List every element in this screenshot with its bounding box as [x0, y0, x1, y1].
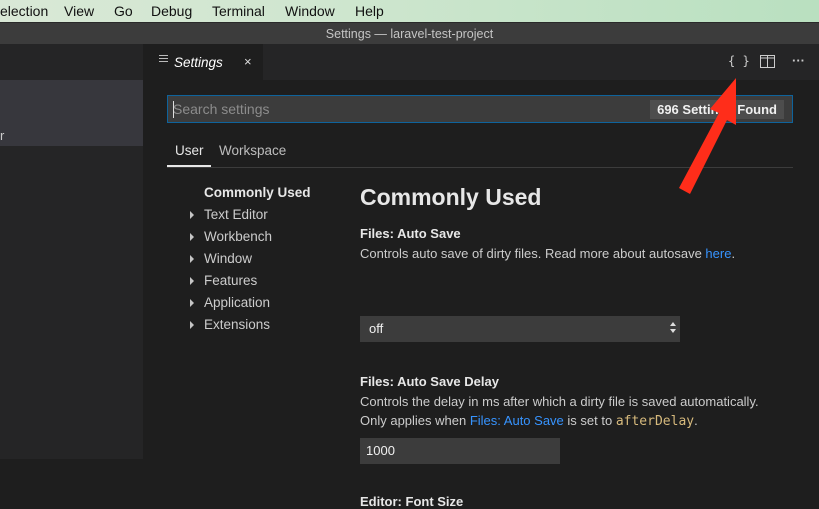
- description-text: is set to: [563, 413, 616, 428]
- toc-item-label: Window: [204, 251, 253, 266]
- menu-debug[interactable]: Debug: [151, 3, 192, 19]
- menu-go[interactable]: Go: [114, 3, 133, 19]
- description-text: Controls the delay in ms after which a d…: [360, 394, 759, 409]
- settings-file-icon: [159, 55, 168, 65]
- toc-item-label: Extensions: [204, 317, 271, 332]
- input-value: 1000: [366, 443, 395, 458]
- menu-view[interactable]: View: [64, 3, 94, 19]
- split-editor-icon[interactable]: [760, 55, 775, 71]
- menu-window[interactable]: Window: [285, 3, 335, 19]
- setting-name: Auto Save Delay: [397, 374, 499, 389]
- text-caret: [173, 101, 174, 118]
- side-bar-item-fragment[interactable]: r: [0, 128, 4, 143]
- chevron-right-icon: [190, 321, 194, 329]
- side-bar-selected-item[interactable]: [0, 80, 143, 146]
- autosave-docs-link[interactable]: here: [705, 246, 731, 261]
- toc-item-label: Features: [204, 273, 258, 288]
- chevron-right-icon: [190, 277, 194, 285]
- description-text: .: [694, 413, 698, 428]
- chevron-right-icon: [190, 255, 194, 263]
- section-title: Commonly Used: [360, 184, 542, 210]
- tab-user[interactable]: User: [175, 143, 204, 158]
- menu-selection[interactable]: election: [0, 3, 48, 19]
- setting-category: Files:: [360, 226, 398, 241]
- settings-search-input[interactable]: [173, 99, 633, 119]
- setting-title-auto-save: Files: Auto Save: [360, 226, 461, 241]
- side-bar: r: [0, 44, 143, 459]
- editor-area: Settings × { } ··· 696 Settings Found Us…: [143, 44, 819, 509]
- active-tab-underline: [167, 165, 211, 167]
- description-text: .: [731, 246, 736, 261]
- setting-name: Auto Save: [397, 226, 461, 241]
- toc-item-label: Workbench: [204, 229, 273, 244]
- files-auto-save-link[interactable]: Files: Auto Save: [470, 413, 564, 428]
- menu-bar: election View Go Debug Terminal Window H…: [0, 0, 819, 22]
- settings-search-box: 696 Settings Found: [167, 95, 793, 123]
- setting-category: Files:: [360, 374, 398, 389]
- setting-category: Editor:: [360, 494, 406, 509]
- toc-item-label: Application: [204, 295, 271, 310]
- auto-save-select[interactable]: off: [360, 316, 680, 342]
- window-title: Settings — laravel-test-project: [325, 27, 494, 41]
- more-actions-button[interactable]: ···: [792, 53, 805, 68]
- setting-description-auto-save-delay: Controls the delay in ms after which a d…: [360, 392, 759, 412]
- setting-description-auto-save: Controls auto save of dirty files. Read …: [360, 244, 735, 264]
- tab-label: Settings: [174, 55, 223, 70]
- settings-scope-tabs: User Workspace: [167, 136, 793, 168]
- description-text: Controls auto save of dirty files. Read …: [360, 246, 706, 261]
- window-title-bar: Settings — laravel-test-project: [0, 22, 819, 44]
- description-text: Only applies when: [360, 413, 470, 428]
- select-arrows-icon: [670, 322, 676, 335]
- tab-settings[interactable]: Settings ×: [143, 44, 263, 80]
- toc-item-label: Text Editor: [204, 207, 268, 222]
- editor-tab-bar: Settings × { } ···: [143, 44, 819, 80]
- code-value: afterDelay: [615, 414, 695, 429]
- close-icon[interactable]: ×: [244, 54, 252, 69]
- open-settings-json-button[interactable]: { }: [728, 54, 750, 68]
- side-bar-header: [0, 44, 143, 80]
- chevron-right-icon: [190, 299, 194, 307]
- chevron-right-icon: [190, 233, 194, 241]
- setting-description-auto-save-delay-line2: Only applies when Files: Auto Save is se…: [360, 411, 698, 432]
- tab-workspace[interactable]: Workspace: [219, 143, 286, 158]
- auto-save-delay-input[interactable]: 1000: [360, 438, 560, 464]
- selected-value: off: [369, 321, 384, 336]
- toc-item-label: Commonly Used: [204, 185, 311, 200]
- menu-terminal[interactable]: Terminal: [212, 3, 265, 19]
- setting-name: Font Size: [405, 494, 464, 509]
- menu-help[interactable]: Help: [355, 3, 384, 19]
- setting-title-font-size: Editor: Font Size: [360, 494, 463, 509]
- chevron-right-icon: [190, 211, 194, 219]
- settings-count-badge: 696 Settings Found: [650, 100, 784, 119]
- setting-title-auto-save-delay: Files: Auto Save Delay: [360, 374, 499, 389]
